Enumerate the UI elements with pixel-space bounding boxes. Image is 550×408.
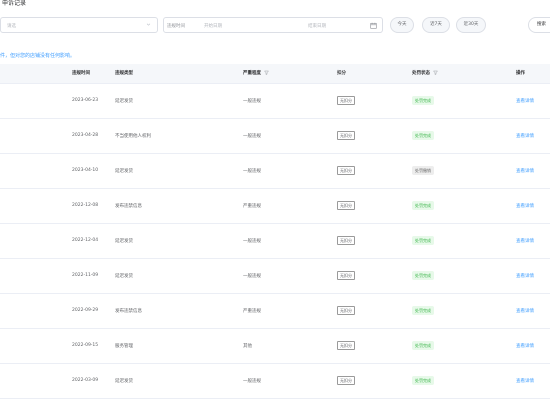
view-details-link[interactable]: 查看详情 — [516, 168, 534, 174]
status-badge: 处罚完成 — [412, 131, 434, 140]
row-time: 2023-06-23 — [72, 98, 99, 103]
calendar-icon — [370, 22, 377, 29]
view-details-link[interactable]: 查看详情 — [516, 133, 534, 139]
penalty-tag: 无扣分 — [337, 96, 355, 105]
row-type: 服务管理 — [115, 344, 133, 349]
view-details-link[interactable]: 查看详情 — [516, 238, 534, 244]
row-type: 延迟发货 — [115, 379, 133, 384]
date-range-label: 违规时间 — [167, 24, 185, 29]
appeal-table: 违规时间 违规类型 严重程度 扣分 处罚状态 操作 2023-06-23 延迟发货… — [0, 64, 550, 399]
status-badge: 处罚完成 — [412, 341, 434, 350]
row-time: 2022-09-29 — [72, 308, 99, 313]
col-severity-label: 严重程度 — [243, 71, 261, 76]
today-button[interactable]: 今天 — [390, 17, 414, 33]
view-details-link[interactable]: 查看详情 — [516, 308, 534, 314]
row-time: 2023-04-28 — [72, 133, 99, 138]
table-row: 2023-04-10 延迟发货 一般违规 无扣分 处罚撤销 查看详情 — [0, 154, 550, 189]
status-badge: 处罚完成 — [412, 306, 434, 315]
row-severity: 一般违规 — [243, 379, 261, 384]
penalty-tag: 无扣分 — [337, 131, 355, 140]
row-type: 发布违禁信息 — [115, 309, 142, 314]
view-details-link[interactable]: 查看详情 — [516, 203, 534, 209]
col-severity[interactable]: 严重程度 — [243, 70, 269, 76]
type-select[interactable]: 请选 — [0, 17, 158, 33]
notice-text: 件，但对您的店铺没有任何影响。 — [0, 53, 76, 59]
status-badge: 处罚撤销 — [412, 166, 434, 175]
status-badge: 处罚完成 — [412, 376, 434, 385]
penalty-tag: 无扣分 — [337, 201, 355, 210]
view-details-link[interactable]: 查看详情 — [516, 343, 534, 349]
row-type: 延迟发货 — [115, 99, 133, 104]
col-penalty: 扣分 — [337, 71, 346, 76]
col-status-label: 处罚状态 — [412, 71, 430, 76]
end-date-input[interactable]: 结束日期 — [308, 23, 326, 29]
col-op: 操作 — [516, 71, 525, 76]
view-details-link[interactable]: 查看详情 — [516, 273, 534, 279]
row-time: 2022-11-09 — [72, 273, 99, 278]
row-severity: 一般违规 — [243, 99, 261, 104]
row-severity: 一般违规 — [243, 134, 261, 139]
row-severity: 严重违规 — [243, 204, 261, 209]
filter-bar: 请选 违规时间 开始日期 结束日期 今天 近7天 近30天 搜索 — [0, 14, 550, 36]
penalty-tag: 无扣分 — [337, 376, 355, 385]
page-title: 申诉记录 — [2, 0, 27, 7]
penalty-tag: 无扣分 — [337, 236, 355, 245]
penalty-tag: 无扣分 — [337, 271, 355, 280]
status-badge: 处罚完成 — [412, 236, 434, 245]
status-badge: 处罚完成 — [412, 96, 434, 105]
status-badge: 处罚完成 — [412, 271, 434, 280]
penalty-tag: 无扣分 — [337, 166, 355, 175]
table-row: 2022-09-15 服务管理 其他 无扣分 处罚完成 查看详情 — [0, 329, 550, 364]
row-type: 不当使用他人权利 — [115, 134, 151, 139]
row-type: 发布违禁信息 — [115, 204, 142, 209]
filter-icon[interactable] — [433, 70, 438, 75]
row-type: 延迟发货 — [115, 239, 133, 244]
row-severity: 一般违规 — [243, 274, 261, 279]
status-badge: 处罚完成 — [412, 201, 434, 210]
row-type: 延迟发货 — [115, 169, 133, 174]
table-row: 2022-11-09 延迟发货 一般违规 无扣分 处罚完成 查看详情 — [0, 259, 550, 294]
row-severity: 一般违规 — [243, 239, 261, 244]
row-severity: 严重违规 — [243, 309, 261, 314]
row-time: 2022-12-08 — [72, 203, 99, 208]
row-severity: 一般违规 — [243, 169, 261, 174]
view-details-link[interactable]: 查看详情 — [516, 98, 534, 104]
table-row: 2023-04-28 不当使用他人权利 一般违规 无扣分 处罚完成 查看详情 — [0, 119, 550, 154]
row-time: 2022-09-15 — [72, 343, 99, 348]
row-time: 2023-04-10 — [72, 168, 99, 173]
row-severity: 其他 — [243, 344, 252, 349]
col-time: 违规时间 — [72, 71, 90, 76]
type-select-placeholder: 请选 — [7, 24, 16, 29]
row-time: 2022-12-04 — [72, 238, 99, 243]
last-30-days-button[interactable]: 近30天 — [456, 17, 486, 33]
penalty-tag: 无扣分 — [337, 341, 355, 350]
search-button[interactable]: 搜索 — [528, 17, 550, 33]
chevron-down-icon — [146, 23, 151, 26]
last-7-days-button[interactable]: 近7天 — [422, 17, 450, 33]
penalty-tag: 无扣分 — [337, 306, 355, 315]
table-row: 2022-03-09 延迟发货 一般违规 无扣分 处罚完成 查看详情 — [0, 364, 550, 399]
date-range-picker[interactable]: 违规时间 开始日期 结束日期 — [163, 17, 383, 33]
table-row: 2022-12-08 发布违禁信息 严重违规 无扣分 处罚完成 查看详情 — [0, 189, 550, 224]
view-details-link[interactable]: 查看详情 — [516, 378, 534, 384]
col-status[interactable]: 处罚状态 — [412, 70, 438, 76]
table-row: 2022-12-04 延迟发货 一般违规 无扣分 处罚完成 查看详情 — [0, 224, 550, 259]
row-time: 2022-03-09 — [72, 378, 99, 383]
table-row: 2022-09-29 发布违禁信息 严重违规 无扣分 处罚完成 查看详情 — [0, 294, 550, 329]
start-date-input[interactable]: 开始日期 — [204, 23, 222, 29]
filter-icon[interactable] — [264, 70, 269, 75]
table-body: 2023-06-23 延迟发货 一般违规 无扣分 处罚完成 查看详情 2023-04-28 不… — [0, 84, 550, 399]
col-type: 违规类型 — [115, 71, 133, 76]
row-type: 延迟发货 — [115, 274, 133, 279]
table-row: 2023-06-23 延迟发货 一般违规 无扣分 处罚完成 查看详情 — [0, 84, 550, 119]
table-header: 违规时间 违规类型 严重程度 扣分 处罚状态 操作 — [0, 64, 550, 84]
